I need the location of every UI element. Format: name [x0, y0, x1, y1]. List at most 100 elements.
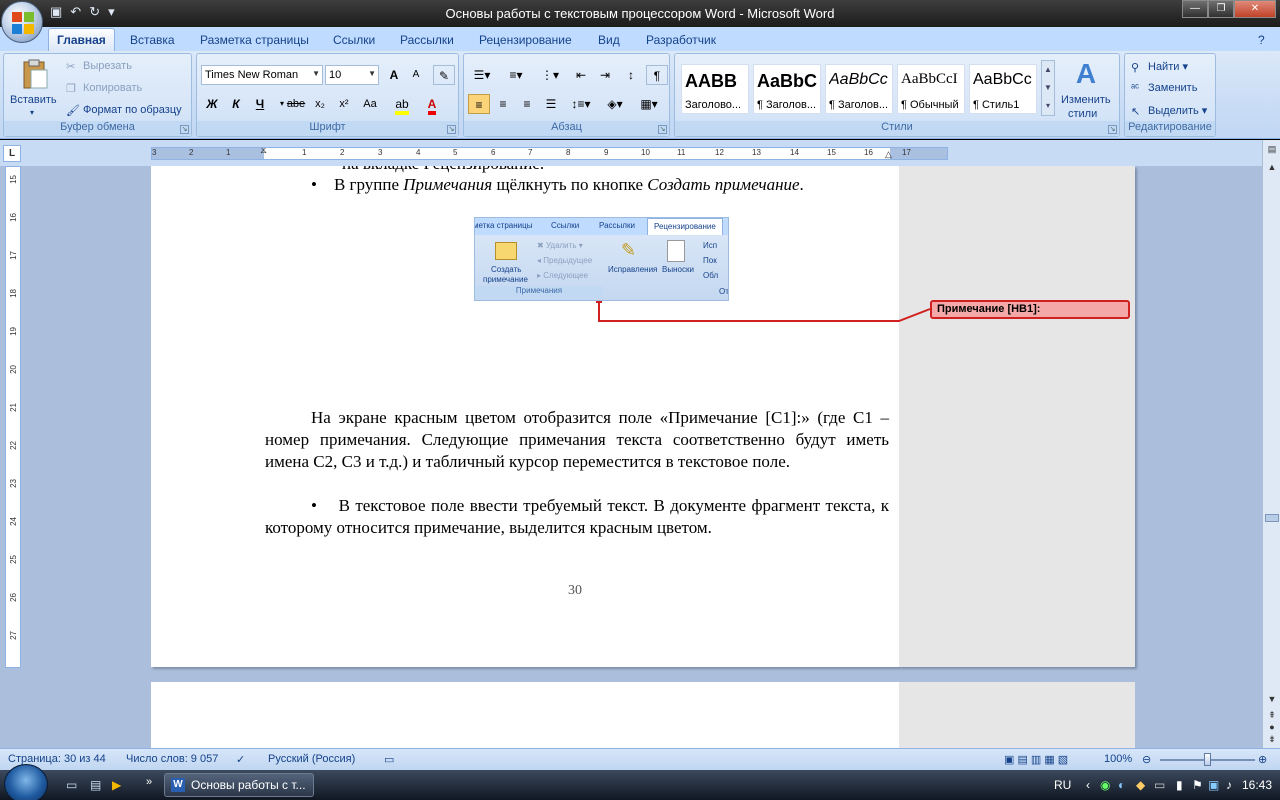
zoom-out-icon[interactable]: ⊖: [1142, 753, 1151, 766]
tab-selector[interactable]: L: [3, 145, 21, 162]
decrease-indent-icon[interactable]: ⇤: [570, 65, 592, 85]
align-left-icon[interactable]: ≡: [468, 94, 490, 114]
taskbar-word-button[interactable]: W Основы работы с т...: [164, 773, 314, 797]
align-right-icon[interactable]: ≡: [516, 94, 538, 114]
italic-button[interactable]: К: [225, 94, 247, 114]
horizontal-ruler[interactable]: 3 2 1 1 2 3 4 5 6 7 8 9 10 11 12 13 14 1…: [151, 147, 948, 160]
right-indent-marker-icon[interactable]: △: [885, 149, 892, 159]
change-case-button[interactable]: Aa: [357, 94, 383, 114]
tab-mailings[interactable]: Рассылки: [392, 31, 462, 49]
bullets-icon[interactable]: ☰▾: [468, 65, 496, 85]
subscript-button[interactable]: x₂: [309, 94, 331, 114]
paragraph-launcher-icon[interactable]: ↘: [658, 125, 667, 134]
grow-font-button[interactable]: A: [383, 65, 405, 85]
close-button[interactable]: ✕: [1234, 0, 1276, 18]
paste-button[interactable]: Вставить: [10, 94, 57, 106]
change-styles-button-line2[interactable]: стили: [1068, 108, 1097, 120]
tray-status-icon[interactable]: ◉: [1100, 778, 1110, 792]
numbering-icon[interactable]: ≡▾: [502, 65, 530, 85]
vertical-scrollbar[interactable]: ▤ ▲ ▼ ⇞ ● ⇟: [1262, 140, 1280, 748]
next-page[interactable]: [151, 682, 899, 748]
next-page-icon[interactable]: ⇟: [1265, 734, 1279, 745]
scroll-down-icon[interactable]: ▼: [1265, 694, 1279, 704]
change-styles-icon[interactable]: A: [1069, 58, 1103, 90]
style-tile-2[interactable]: AaBbC ¶ Заголов...: [753, 64, 821, 114]
zoom-in-icon[interactable]: ⊕: [1258, 753, 1267, 766]
highlight-icon[interactable]: ab: [391, 94, 413, 115]
clock[interactable]: 16:43: [1242, 778, 1272, 792]
shrink-font-button[interactable]: A: [405, 65, 427, 85]
media-player-icon[interactable]: ▶: [112, 778, 121, 792]
multilevel-list-icon[interactable]: ⋮▾: [536, 65, 564, 85]
styles-launcher-icon[interactable]: ↘: [1108, 125, 1117, 134]
font-color-icon[interactable]: A: [421, 94, 443, 115]
styles-scroll[interactable]: ▲ ▼ ▾: [1041, 60, 1055, 116]
tab-page-layout[interactable]: Разметка страницы: [192, 31, 317, 49]
superscript-button[interactable]: x²: [333, 94, 355, 114]
input-language[interactable]: RU: [1054, 778, 1071, 792]
copy-button[interactable]: ❐ Копировать: [66, 82, 142, 95]
style-tile-3[interactable]: AaBbCc ¶ Заголов...: [825, 64, 893, 114]
view-buttons[interactable]: ▣ ▤ ▥ ▦ ▧: [1004, 753, 1068, 766]
volume-icon[interactable]: ♪: [1226, 778, 1232, 792]
document-workspace[interactable]: 15 16 17 18 19 20 21 22 23 24 25 26 27 н…: [0, 166, 1262, 748]
tray-network-icon[interactable]: ◐: [1118, 778, 1125, 792]
font-size-combo[interactable]: 10 ▼: [325, 65, 379, 85]
strikethrough-button[interactable]: abe: [285, 94, 307, 114]
justify-icon[interactable]: ☰: [540, 94, 562, 114]
style-tile-5[interactable]: AaBbCc ¶ Стиль1: [969, 64, 1037, 114]
browse-object-icon[interactable]: ●: [1265, 722, 1279, 732]
macro-record-icon[interactable]: ▭: [384, 753, 394, 766]
show-marks-icon[interactable]: ¶: [646, 65, 668, 85]
office-button[interactable]: [1, 1, 43, 43]
change-styles-button-line1[interactable]: Изменить: [1061, 94, 1111, 106]
style-tile-1[interactable]: AABB Заголово...: [681, 64, 749, 114]
tray-battery-icon[interactable]: ▮: [1176, 778, 1183, 792]
paste-dropdown-icon[interactable]: ▾: [30, 108, 34, 117]
tab-home[interactable]: Главная: [48, 28, 115, 51]
tray-chevron-icon[interactable]: ‹: [1086, 778, 1090, 792]
style-tile-4[interactable]: AaBbCcI ¶ Обычный: [897, 64, 965, 114]
align-center-icon[interactable]: ≡: [492, 94, 514, 114]
tab-review[interactable]: Рецензирование: [471, 31, 580, 49]
sort-icon[interactable]: ↕: [620, 65, 642, 85]
view-ruler-icon[interactable]: ▤: [1265, 144, 1279, 155]
tab-references[interactable]: Ссылки: [325, 31, 383, 49]
start-button[interactable]: [4, 764, 48, 800]
bold-button[interactable]: Ж: [201, 94, 223, 114]
select-button[interactable]: ↖ Выделить ▾: [1131, 104, 1207, 118]
clipboard-launcher-icon[interactable]: ↘: [180, 125, 189, 134]
cut-button[interactable]: ✂ Вырезать: [66, 60, 132, 73]
word-count[interactable]: Число слов: 9 057: [126, 753, 218, 765]
scroll-up-icon[interactable]: ▲: [1265, 162, 1279, 172]
help-icon[interactable]: ?: [1250, 31, 1273, 49]
tray-display-icon[interactable]: ▭: [1154, 778, 1165, 792]
borders-icon[interactable]: ▦▾: [634, 94, 664, 114]
zoom-slider-thumb[interactable]: [1204, 753, 1211, 766]
minimize-button[interactable]: —: [1182, 0, 1208, 18]
tray-computer-icon[interactable]: ▣: [1208, 778, 1219, 792]
paste-icon[interactable]: [18, 58, 50, 90]
tab-insert[interactable]: Вставка: [122, 31, 183, 49]
switch-windows-icon[interactable]: ▤: [90, 778, 101, 792]
font-name-combo[interactable]: Times New Roman ▼: [201, 65, 323, 85]
tab-developer[interactable]: Разработчик: [638, 31, 724, 49]
line-spacing-icon[interactable]: ↕≡▾: [566, 94, 596, 114]
underline-button[interactable]: Ч: [249, 94, 271, 114]
zoom-level[interactable]: 100%: [1104, 753, 1132, 765]
tab-view[interactable]: Вид: [590, 31, 628, 49]
show-desktop-icon[interactable]: ▭: [66, 778, 77, 792]
maximize-button[interactable]: ❐: [1208, 0, 1234, 18]
spellcheck-icon[interactable]: ✓: [236, 753, 245, 766]
find-button[interactable]: ⚲ Найти ▾: [1131, 60, 1188, 74]
tray-shield-icon[interactable]: ◆: [1136, 778, 1145, 792]
scroll-thumb[interactable]: [1265, 514, 1279, 522]
clear-formatting-icon[interactable]: ✎: [433, 65, 455, 85]
shading-icon[interactable]: ◈▾: [600, 94, 630, 114]
replace-button[interactable]: ᵃᶜ Заменить: [1131, 82, 1197, 94]
tray-flag-icon[interactable]: ⚑: [1192, 778, 1203, 792]
prev-page-icon[interactable]: ⇞: [1265, 710, 1279, 721]
language[interactable]: Русский (Россия): [268, 753, 355, 765]
quicklaunch-more-icon[interactable]: »: [146, 776, 152, 788]
increase-indent-icon[interactable]: ⇥: [594, 65, 616, 85]
